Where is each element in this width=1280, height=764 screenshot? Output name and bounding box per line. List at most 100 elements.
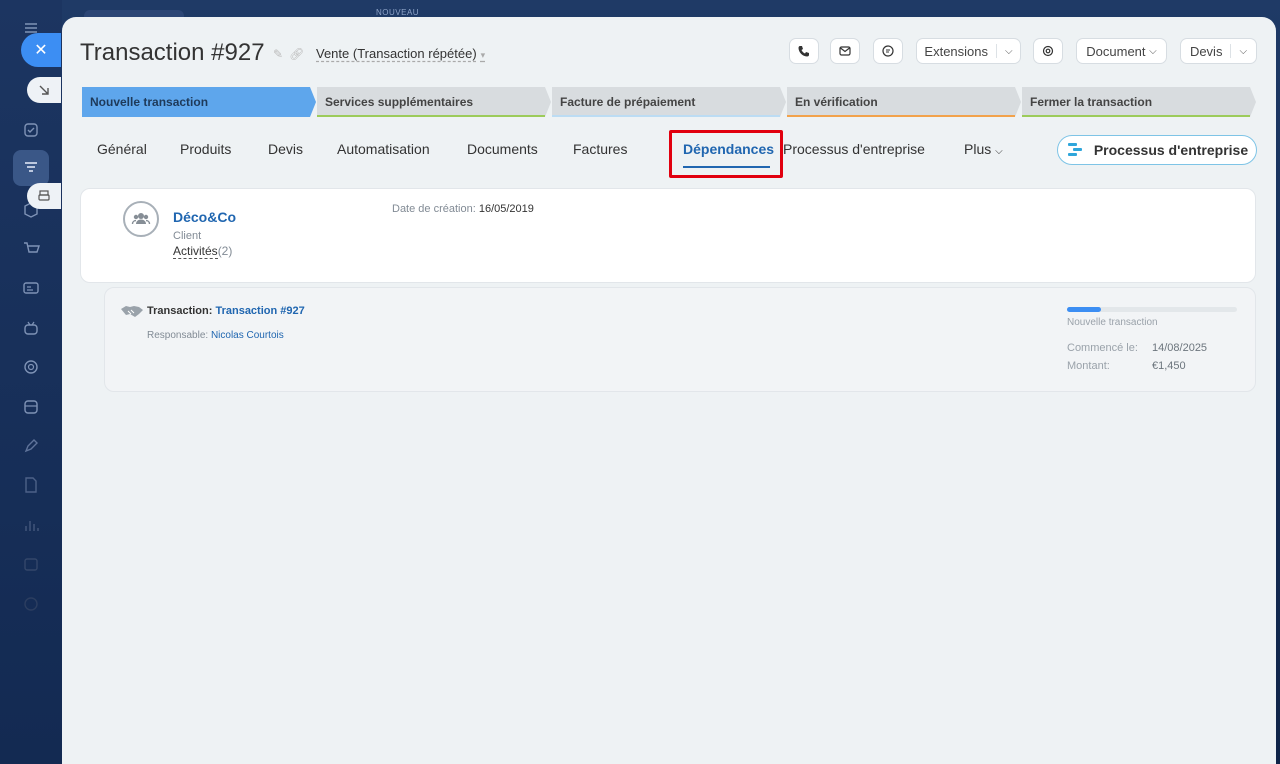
started-row: Commencé le: 14/08/2025	[1067, 342, 1207, 354]
company-name-link[interactable]: Déco&Co	[173, 209, 236, 225]
responsible-label: Responsable:	[147, 330, 209, 341]
crm-filter-icon[interactable]	[20, 157, 42, 179]
link-icon[interactable]: 🔗︎	[289, 47, 304, 61]
robot-icon[interactable]	[20, 317, 42, 339]
pen-icon[interactable]	[20, 435, 42, 457]
edit-icon[interactable]: ✎	[273, 47, 283, 61]
stage-services-supplementaires[interactable]: Services supplémentaires	[317, 87, 551, 117]
tab-devis[interactable]: Devis	[268, 141, 303, 157]
phone-icon	[798, 46, 809, 57]
calendar-icon[interactable]	[20, 553, 42, 575]
tab-general[interactable]: Général	[97, 141, 147, 157]
target-icon[interactable]	[20, 356, 42, 378]
deal-panel: Transaction #927 ✎ 🔗︎ Vente (Transaction…	[62, 17, 1276, 764]
activities-link[interactable]: Activités(2)	[173, 244, 233, 259]
stage-label: Nouvelle transaction	[90, 95, 209, 109]
business-process-label: Processus d'entreprise	[1093, 142, 1249, 158]
stage-en-verification[interactable]: En vérification	[787, 87, 1021, 117]
building-icon[interactable]	[20, 396, 42, 418]
stage-color-bar	[82, 115, 310, 117]
stage-nouvelle-transaction[interactable]: Nouvelle transaction	[82, 87, 316, 117]
email-button[interactable]	[830, 38, 860, 64]
tab-produits[interactable]: Produits	[180, 141, 231, 157]
gear-icon	[1042, 45, 1054, 57]
document-label: Document	[1086, 43, 1146, 59]
cart-icon[interactable]	[20, 238, 42, 260]
stage-color-bar	[1022, 115, 1250, 117]
stage-label: Fermer la transaction	[1030, 95, 1153, 109]
devis-label: Devis	[1189, 43, 1223, 59]
responsible: Responsable: Nicolas Courtois	[147, 330, 284, 341]
stage-progress-fill	[1067, 307, 1101, 312]
pipeline-selector[interactable]: Vente (Transaction répétée) ▾	[316, 46, 485, 61]
activities-label: Activités	[173, 244, 218, 259]
page-title: Transaction #927	[80, 39, 265, 66]
print-button[interactable]	[27, 183, 61, 209]
pipeline-label: Vente (Transaction répétée)	[316, 46, 477, 61]
stage-color-bar	[317, 115, 545, 117]
tasks-icon[interactable]	[20, 119, 42, 141]
amount-value: €1,450	[1152, 360, 1186, 372]
nouveau-label: NOUVEAU	[376, 8, 420, 17]
group-icon	[131, 213, 151, 225]
settings-button[interactable]	[1033, 38, 1063, 64]
document-button[interactable]: Document ⌵	[1076, 38, 1167, 64]
tab-plus[interactable]: Plus ⌵	[964, 141, 1003, 157]
handshake-icon	[120, 302, 144, 322]
chat-icon	[882, 45, 894, 57]
creation-date: Date de création: 16/05/2019	[392, 203, 534, 215]
chat-button[interactable]	[873, 38, 903, 64]
stage-fermer-transaction[interactable]: Fermer la transaction	[1022, 87, 1256, 117]
tab-processus[interactable]: Processus d'entreprise	[783, 141, 925, 157]
left-sidebar	[0, 0, 62, 764]
highlight-annotation	[669, 130, 783, 178]
transaction-link[interactable]: Transaction #927	[215, 305, 304, 317]
responsible-link[interactable]: Nicolas Courtois	[211, 330, 284, 341]
tab-factures[interactable]: Factures	[573, 141, 627, 157]
company-avatar	[123, 201, 159, 237]
chevron-down-icon: ⌵	[1005, 45, 1013, 57]
id-card-icon[interactable]	[20, 277, 42, 299]
stage-progress-track	[1067, 307, 1237, 312]
extensions-label: Extensions	[924, 43, 988, 59]
transaction-card: Transaction: Transaction #927 Responsabl…	[104, 287, 1256, 392]
chart-icon[interactable]	[20, 514, 42, 536]
client-type: Client	[173, 230, 202, 242]
call-button[interactable]	[789, 38, 819, 64]
minimize-button[interactable]	[27, 77, 61, 103]
tab-automatisation[interactable]: Automatisation	[337, 141, 430, 157]
separator	[996, 44, 997, 58]
activities-count: (2)	[217, 244, 233, 258]
business-process-button[interactable]: Processus d'entreprise	[1057, 135, 1257, 165]
circle-icon[interactable]	[20, 593, 42, 615]
stage-label: Facture de prépaiement	[560, 95, 696, 109]
tab-plus-label: Plus	[964, 141, 992, 157]
client-card: Déco&Co Client Activités(2) Date de créa…	[80, 188, 1256, 283]
close-icon: ✕	[34, 42, 48, 59]
tab-documents[interactable]: Documents	[467, 141, 538, 157]
stage-color-bar	[787, 115, 1015, 117]
printer-icon	[38, 190, 50, 201]
stage-color-bar	[552, 115, 780, 117]
mail-icon	[839, 46, 851, 56]
current-stage: Nouvelle transaction	[1067, 317, 1158, 328]
chevron-down-icon: ▾	[480, 50, 486, 60]
close-slider-button[interactable]: ✕	[21, 33, 61, 67]
transaction-title: Transaction: Transaction #927	[147, 305, 305, 317]
process-icon	[1066, 140, 1084, 161]
creation-date-label: Date de création:	[392, 203, 476, 215]
started-label: Commencé le:	[1067, 342, 1138, 354]
started-value: 14/08/2025	[1152, 342, 1208, 354]
amount-row: Montant: €1,450	[1067, 360, 1186, 372]
transaction-label: Transaction:	[147, 305, 213, 317]
stage-label: En vérification	[795, 95, 878, 109]
extensions-button[interactable]: Extensions ⌵	[916, 38, 1021, 64]
stage-label: Services supplémentaires	[325, 95, 474, 109]
stage-facture-prepaiement[interactable]: Facture de prépaiement	[552, 87, 786, 117]
title-actions: ✎ 🔗︎	[273, 47, 304, 61]
chevron-down-icon: ⌵	[1239, 45, 1248, 57]
creation-date-value: 16/05/2019	[478, 203, 534, 215]
arrow-down-right-icon	[39, 85, 49, 95]
document-edit-icon[interactable]	[20, 474, 42, 496]
devis-button[interactable]: Devis ⌵	[1180, 38, 1257, 64]
